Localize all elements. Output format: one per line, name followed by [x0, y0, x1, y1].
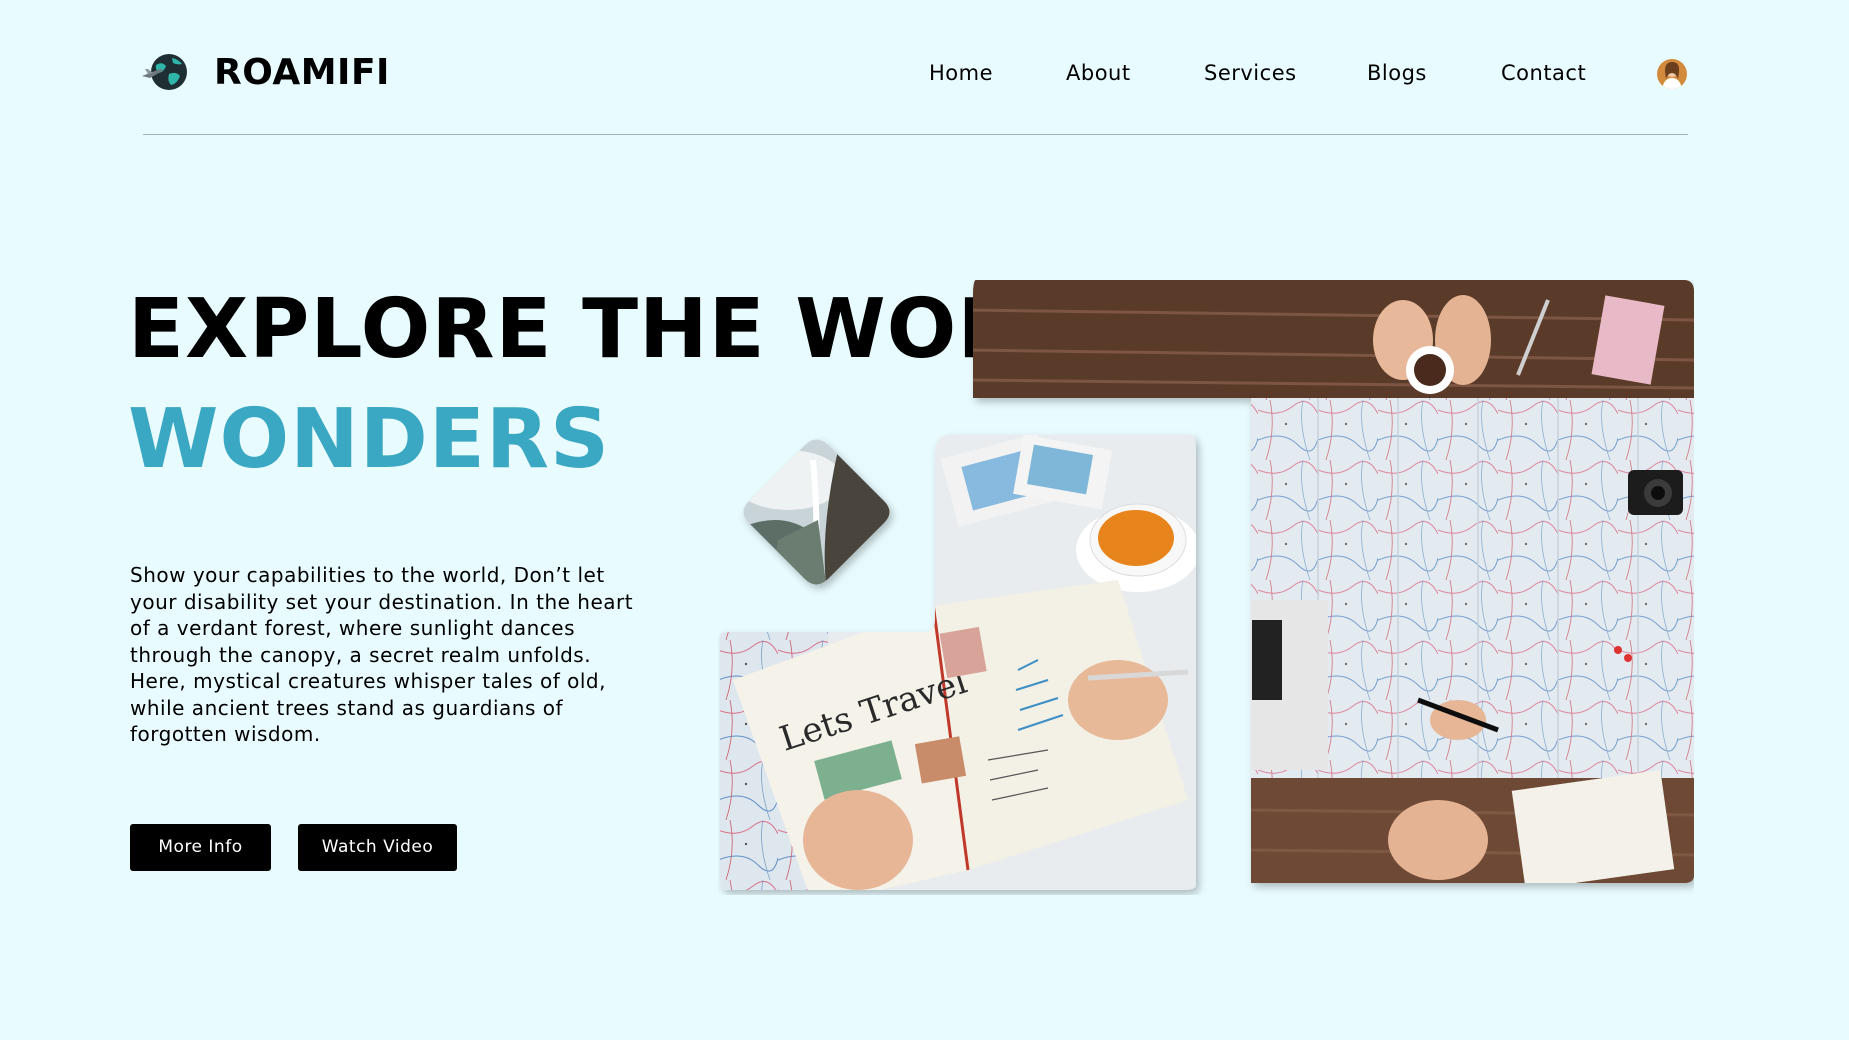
hero-headline-accent: WONDERS	[128, 392, 611, 487]
hero-image-collage: Lets Travel	[718, 280, 1694, 895]
more-info-button[interactable]: More Info	[130, 824, 271, 871]
nav-services[interactable]: Services	[1204, 58, 1297, 88]
nav-about[interactable]: About	[1066, 58, 1131, 88]
watch-video-button[interactable]: Watch Video	[298, 824, 457, 871]
mountain-waterfall-photo	[743, 439, 890, 585]
hero-description: Show your capabilities to the world, Don…	[130, 563, 634, 746]
nav-blogs[interactable]: Blogs	[1367, 58, 1427, 88]
nav-contact[interactable]: Contact	[1501, 58, 1586, 88]
brand-name[interactable]: ROAMIFI	[214, 50, 390, 96]
header-divider	[143, 134, 1688, 135]
user-avatar[interactable]	[1657, 59, 1687, 89]
nav-home[interactable]: Home	[929, 58, 993, 88]
globe-airplane-icon[interactable]	[142, 52, 192, 92]
